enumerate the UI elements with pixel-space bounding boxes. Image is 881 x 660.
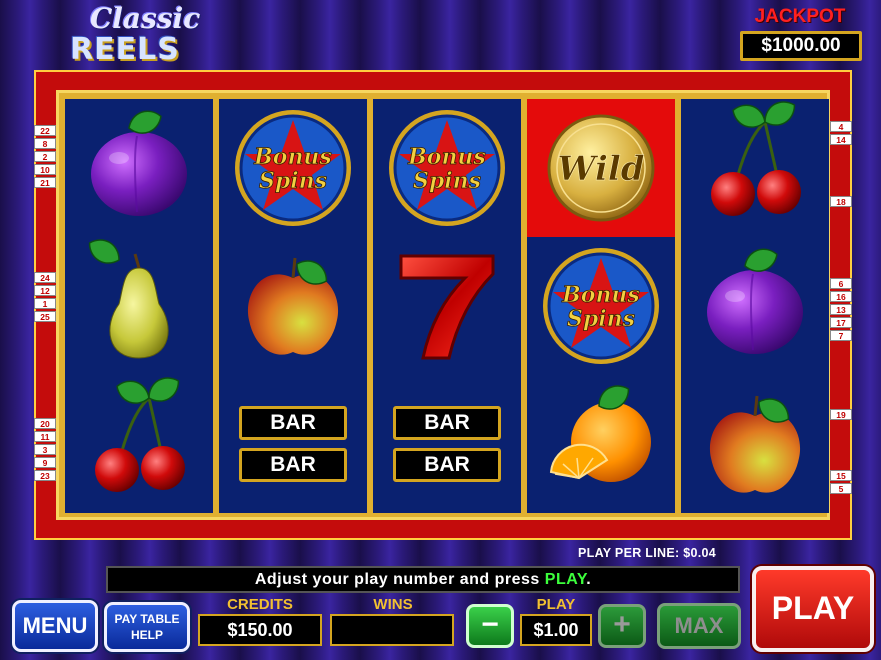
svg-text:Bonus: Bonus (253, 144, 332, 170)
reel-symbol-cherry (65, 375, 213, 513)
wild-icon: Wild (547, 114, 655, 222)
reel-4: Wild Bonus Spins (527, 99, 675, 513)
plum-icon (707, 248, 803, 354)
reel-symbol-apple (219, 237, 367, 375)
wins-value (330, 614, 454, 646)
menu-button[interactable]: MENU (12, 600, 98, 652)
game-logo: Classic REELS (68, 0, 201, 70)
double-bar-icon: BAR BAR (239, 406, 347, 482)
svg-text:Spins: Spins (567, 306, 635, 332)
reel-symbol-bonus-spins: Bonus Spins (527, 237, 675, 375)
reel-area: Bonus Spins BAR BAR Bonus Spins 7 BAR BA… (56, 90, 830, 520)
payline-marker: 9 (34, 457, 56, 468)
payline-marker: 7 (830, 330, 852, 341)
svg-text:Spins: Spins (259, 168, 327, 194)
reel-2: Bonus Spins BAR BAR (219, 99, 367, 513)
paytable-help-button[interactable]: PAY TABLE HELP (104, 602, 190, 652)
message-suffix: . (586, 571, 592, 588)
payline-marker: 2 (34, 151, 56, 162)
payline-marker: 20 (34, 418, 56, 429)
wins-label: WINS (373, 596, 413, 613)
payline-marker: 4 (830, 121, 852, 132)
play-button[interactable]: PLAY (752, 566, 874, 652)
bar-block: BAR (393, 448, 501, 482)
help-label: HELP (130, 628, 163, 642)
jackpot-value: $1000.00 (740, 31, 862, 61)
payline-marker: 18 (830, 196, 852, 207)
bonus-spins-icon: Bonus Spins (389, 110, 505, 226)
logo-reels: REELS (70, 32, 180, 67)
reel-5 (681, 99, 829, 513)
reel-symbol-double-bar: BAR BAR (373, 375, 521, 513)
payline-marker: 22 (34, 125, 56, 136)
bonus-spins-icon: Bonus Spins (235, 110, 351, 226)
orange-icon (549, 385, 651, 482)
svg-text:Bonus: Bonus (561, 282, 640, 308)
cherry-icon (95, 377, 185, 492)
reel-symbol-apple (681, 375, 829, 513)
payline-marker: 24 (34, 272, 56, 283)
message-bar: Adjust your play number and press PLAY. (106, 566, 740, 593)
svg-text:Wild: Wild (557, 149, 644, 189)
payline-marker: 23 (34, 470, 56, 481)
payline-marker: 17 (830, 317, 852, 328)
apple-icon (247, 257, 339, 355)
play-per-line: PLAY PER LINE: $0.04 (578, 546, 717, 560)
pear-icon (88, 239, 169, 359)
reel-symbol-wild: Wild (527, 99, 675, 237)
max-bet-button[interactable]: MAX (657, 603, 741, 649)
payline-marker: 8 (34, 138, 56, 149)
bar-block: BAR (239, 406, 347, 440)
payline-marker: 21 (34, 177, 56, 188)
payline-marker: 25 (34, 311, 56, 322)
svg-text:Spins: Spins (413, 168, 481, 194)
payline-marker: 12 (34, 285, 56, 296)
payline-marker: 1 (34, 298, 56, 309)
payline-marker: 16 (830, 291, 852, 302)
payline-marker: 3 (34, 444, 56, 455)
bonus-spins-icon: Bonus Spins (543, 248, 659, 364)
reel-symbol-plum (65, 99, 213, 237)
message-text: Adjust your play number and press (254, 571, 545, 588)
reel-symbol-double-bar: BAR BAR (219, 375, 367, 513)
payline-marker: 10 (34, 164, 56, 175)
reel-symbol-bonus-spins: Bonus Spins (219, 99, 367, 237)
reel-symbol-bonus-spins: Bonus Spins (373, 99, 521, 237)
reel-1 (65, 99, 213, 513)
bar-block: BAR (239, 448, 347, 482)
reel-symbol-plum (681, 237, 829, 375)
jackpot-label: JACKPOT (754, 6, 846, 27)
reel-frame: Bonus Spins BAR BAR Bonus Spins 7 BAR BA… (34, 70, 852, 540)
play-value: $1.00 (520, 614, 592, 646)
payline-marker: 19 (830, 409, 852, 420)
paytable-label: PAY TABLE (114, 612, 180, 626)
plum-icon (91, 110, 187, 216)
cherry-icon (711, 101, 801, 216)
seven-icon: 7 (399, 245, 495, 360)
payline-marker: 5 (830, 483, 852, 494)
reel-symbol-orange (527, 375, 675, 513)
credits-value: $150.00 (198, 614, 322, 646)
credits-label: CREDITS (227, 596, 293, 613)
reel-symbol-cherry (681, 99, 829, 237)
logo-classic: Classic (90, 2, 201, 35)
payline-marker: 6 (830, 278, 852, 289)
payline-marker: 15 (830, 470, 852, 481)
increase-bet-button[interactable]: + (598, 604, 646, 648)
apple-icon (709, 395, 801, 493)
double-bar-icon: BAR BAR (393, 406, 501, 482)
reel-symbol-pear (65, 237, 213, 375)
payline-marker: 14 (830, 134, 852, 145)
reel-3: Bonus Spins 7 BAR BAR (373, 99, 521, 513)
play-label: PLAY (536, 596, 576, 613)
bar-block: BAR (393, 406, 501, 440)
svg-text:Bonus: Bonus (407, 144, 486, 170)
message-highlight: PLAY (544, 571, 587, 588)
reel-symbol-seven: 7 (373, 237, 521, 375)
svg-text:7: 7 (447, 245, 448, 247)
payline-marker: 13 (830, 304, 852, 315)
decrease-bet-button[interactable]: − (466, 604, 514, 648)
payline-marker: 11 (34, 431, 56, 442)
